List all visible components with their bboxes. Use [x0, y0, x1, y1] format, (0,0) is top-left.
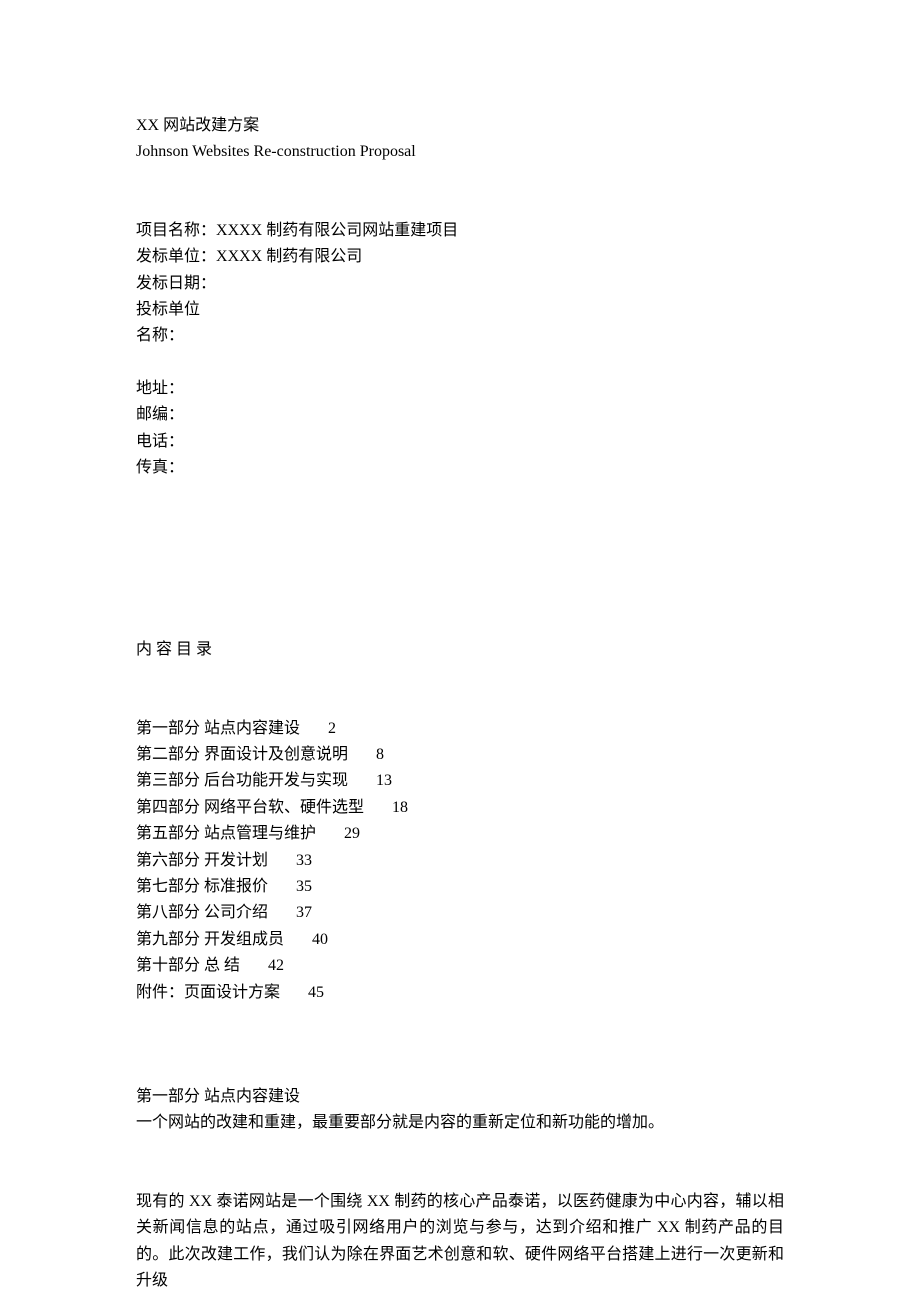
toc-entry-label: 附件：页面设计方案	[136, 984, 280, 1001]
toc-entry: 第二部分 界面设计及创意说明 8	[136, 742, 784, 768]
issuer-label: 发标单位：	[136, 248, 216, 265]
toc-entry: 第一部分 站点内容建设 2	[136, 716, 784, 742]
spacer	[136, 481, 784, 637]
toc-entry-page: 2	[328, 720, 336, 737]
toc-entry: 第五部分 站点管理与维护 29	[136, 821, 784, 847]
toc-entry-page: 37	[296, 904, 312, 921]
project-name-row: 项目名称：XXXX 制药有限公司网站重建项目	[136, 218, 784, 244]
toc-entry: 第七部分 标准报价 35	[136, 874, 784, 900]
project-name-label: 项目名称：	[136, 222, 216, 239]
phone-row: 电话：	[136, 429, 784, 455]
toc-entry: 第九部分 开发组成员 40	[136, 927, 784, 953]
toc-entry: 第十部分 总 结 42	[136, 953, 784, 979]
toc-entry-label: 第十部分 总 结	[136, 957, 240, 974]
issuer-value: XXXX 制药有限公司	[216, 248, 362, 265]
toc-entry-label: 第四部分 网络平台软、硬件选型	[136, 799, 364, 816]
toc-entry-label: 第五部分 站点管理与维护	[136, 825, 316, 842]
toc-entry-label: 第七部分 标准报价	[136, 878, 268, 895]
toc-entry-label: 第一部分 站点内容建设	[136, 720, 300, 737]
toc-entry: 第六部分 开发计划 33	[136, 848, 784, 874]
toc-entry-label: 第三部分 后台功能开发与实现	[136, 772, 348, 789]
toc-entry-page: 42	[268, 957, 284, 974]
toc-entry: 附件：页面设计方案 45	[136, 980, 784, 1006]
spacer	[136, 664, 784, 716]
doc-title-en: Johnson Websites Re-construction Proposa…	[136, 139, 784, 165]
bidder-unit-row: 投标单位	[136, 297, 784, 323]
issue-date-row: 发标日期：	[136, 271, 784, 297]
spacer	[136, 1006, 784, 1084]
section1-intro: 一个网站的改建和重建，最重要部分就是内容的重新定位和新功能的增加。	[136, 1110, 784, 1136]
toc-entry-label: 第九部分 开发组成员	[136, 931, 284, 948]
spacer	[136, 166, 784, 218]
toc-entry: 第三部分 后台功能开发与实现 13	[136, 768, 784, 794]
address-row: 地址：	[136, 376, 784, 402]
spacer	[136, 1137, 784, 1189]
project-name-value: XXXX 制药有限公司网站重建项目	[216, 222, 458, 239]
toc-entry-page: 40	[312, 931, 328, 948]
toc-entry-page: 33	[296, 852, 312, 869]
toc-entry-page: 29	[344, 825, 360, 842]
toc-entry: 第八部分 公司介绍 37	[136, 900, 784, 926]
toc-entry-label: 第八部分 公司介绍	[136, 904, 268, 921]
toc-entry-page: 45	[308, 984, 324, 1001]
toc-entry-page: 35	[296, 878, 312, 895]
spacer	[136, 350, 784, 376]
toc-entry-page: 8	[376, 746, 384, 763]
doc-title-cn: XX 网站改建方案	[136, 113, 784, 139]
toc-entry-page: 13	[376, 772, 392, 789]
toc-entry-label: 第二部分 界面设计及创意说明	[136, 746, 348, 763]
section1-heading: 第一部分 站点内容建设	[136, 1084, 784, 1110]
toc-list: 第一部分 站点内容建设 2 第二部分 界面设计及创意说明 8 第三部分 后台功能…	[136, 716, 784, 1006]
issuer-row: 发标单位：XXXX 制药有限公司	[136, 244, 784, 270]
toc-entry-label: 第六部分 开发计划	[136, 852, 268, 869]
toc-entry-page: 18	[392, 799, 408, 816]
name2-row: 名称：	[136, 323, 784, 349]
fax-row: 传真：	[136, 455, 784, 481]
toc-entry: 第四部分 网络平台软、硬件选型 18	[136, 795, 784, 821]
section1-para1: 现有的 XX 泰诺网站是一个围绕 XX 制药的核心产品泰诺，以医药健康为中心内容…	[136, 1189, 784, 1295]
postcode-row: 邮编：	[136, 402, 784, 428]
toc-heading: 内 容 目 录	[136, 637, 784, 663]
